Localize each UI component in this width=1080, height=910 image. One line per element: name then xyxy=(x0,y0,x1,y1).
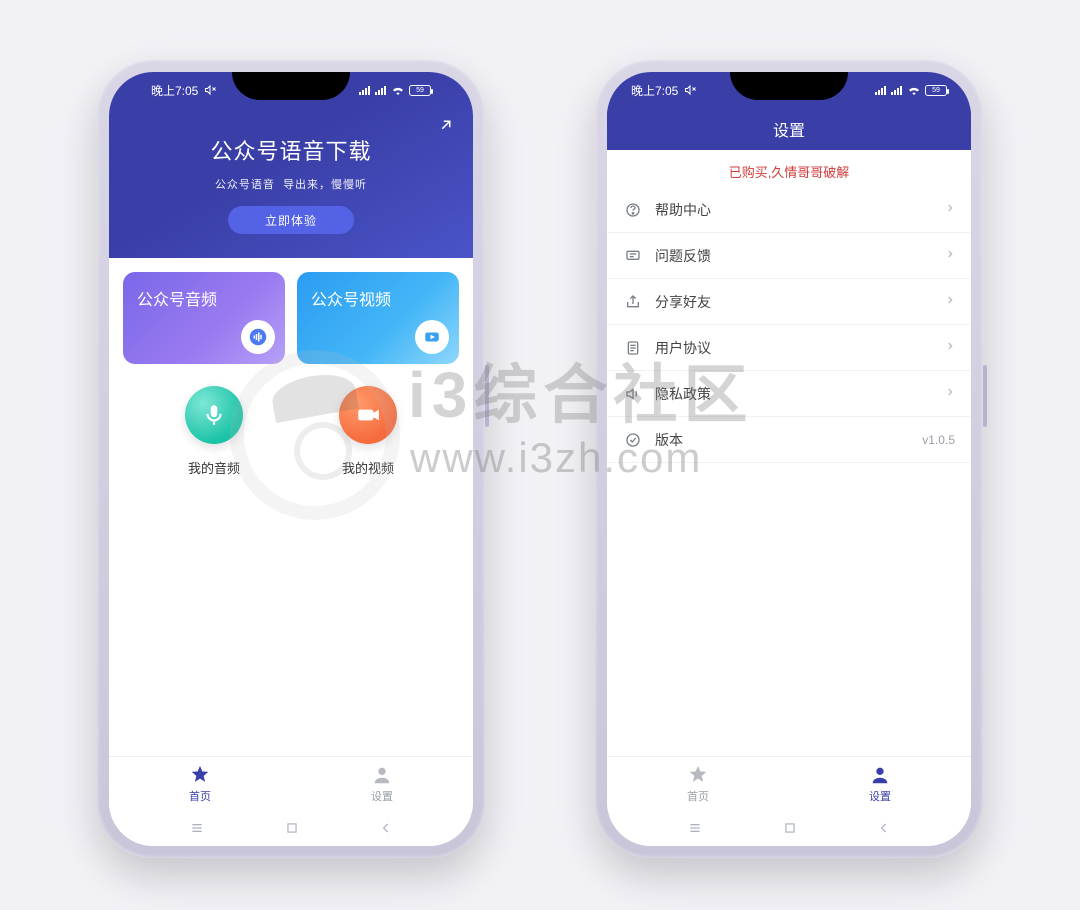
mute-icon xyxy=(204,84,216,96)
my-video-label: 我的视频 xyxy=(342,458,394,477)
hero-subtitle: 公众号语音 导出来，慢慢听 xyxy=(127,176,455,192)
bottom-nav: 首页 设置 xyxy=(607,756,971,810)
wifi-icon xyxy=(391,85,405,95)
person-icon xyxy=(869,764,891,786)
row-version[interactable]: 版本 v1.0.5 xyxy=(607,417,971,463)
wifi-icon xyxy=(907,85,921,95)
purchase-banner: 已购买,久情哥哥破解 xyxy=(607,150,971,187)
screen-home: 晚上7:05 59 公众号语音下载 公众号语音 导出来，慢慢听 xyxy=(109,72,473,846)
signal-icon xyxy=(891,85,903,95)
signal-icon xyxy=(875,85,887,95)
video-play-icon xyxy=(415,320,449,354)
my-video-button[interactable]: 我的视频 xyxy=(339,386,397,477)
feedback-icon xyxy=(623,248,643,264)
status-time: 晚上7:05 xyxy=(151,82,198,99)
chevron-right-icon xyxy=(945,201,955,218)
battery-icon: 59 xyxy=(925,85,947,96)
nav-home[interactable]: 首页 xyxy=(109,757,291,810)
chevron-right-icon xyxy=(945,247,955,264)
card-public-audio[interactable]: 公众号音频 xyxy=(123,272,285,364)
star-icon xyxy=(687,764,709,786)
version-value: v1.0.5 xyxy=(922,433,955,447)
hero-header: 晚上7:05 59 公众号语音下载 公众号语音 导出来，慢慢听 xyxy=(109,72,473,258)
row-agreement[interactable]: 用户协议 xyxy=(607,325,971,371)
mic-icon xyxy=(185,386,243,444)
signal-icon xyxy=(375,85,387,95)
status-bar: 晚上7:05 59 xyxy=(607,72,971,108)
my-audio-label: 我的音频 xyxy=(188,458,240,477)
status-time: 晚上7:05 xyxy=(631,82,678,99)
card-public-video[interactable]: 公众号视频 xyxy=(297,272,459,364)
android-nav-bar xyxy=(607,810,971,846)
android-nav-bar xyxy=(109,810,473,846)
nav-settings[interactable]: 设置 xyxy=(789,757,971,810)
menu-icon[interactable] xyxy=(687,820,703,836)
nav-home[interactable]: 首页 xyxy=(607,757,789,810)
document-icon xyxy=(623,340,643,356)
screen-settings: 晚上7:05 59 设置 已购买,久情哥哥破解 帮助中心 xyxy=(607,72,971,846)
person-icon xyxy=(371,764,393,786)
nav-settings[interactable]: 设置 xyxy=(291,757,473,810)
help-icon xyxy=(623,202,643,218)
camera-icon xyxy=(339,386,397,444)
page-title: 设置 xyxy=(607,108,971,150)
row-help-center[interactable]: 帮助中心 xyxy=(607,187,971,233)
square-icon[interactable] xyxy=(285,821,299,835)
row-share[interactable]: 分享好友 xyxy=(607,279,971,325)
chevron-right-icon xyxy=(945,385,955,402)
mute-icon xyxy=(684,84,696,96)
card-label: 公众号音频 xyxy=(137,292,217,309)
audio-wave-icon xyxy=(241,320,275,354)
menu-icon[interactable] xyxy=(189,820,205,836)
share-icon[interactable] xyxy=(437,116,455,139)
status-bar: 晚上7:05 59 xyxy=(127,72,455,108)
check-circle-icon xyxy=(623,432,643,448)
card-label: 公众号视频 xyxy=(311,292,391,309)
settings-list: 帮助中心 问题反馈 分享好友 用户协议 xyxy=(607,187,971,463)
chevron-right-icon xyxy=(945,339,955,356)
bottom-nav: 首页 设置 xyxy=(109,756,473,810)
chevron-right-icon xyxy=(945,293,955,310)
phone-frame-left: 晚上7:05 59 公众号语音下载 公众号语音 导出来，慢慢听 xyxy=(97,60,485,858)
back-icon[interactable] xyxy=(379,821,393,835)
speaker-icon xyxy=(623,386,643,402)
phone-frame-right: 晚上7:05 59 设置 已购买,久情哥哥破解 帮助中心 xyxy=(595,60,983,858)
share-icon xyxy=(623,294,643,310)
square-icon[interactable] xyxy=(783,821,797,835)
try-now-button[interactable]: 立即体验 xyxy=(228,206,354,234)
hero-title: 公众号语音下载 xyxy=(127,134,455,166)
signal-icon xyxy=(359,85,371,95)
back-icon[interactable] xyxy=(877,821,891,835)
row-feedback[interactable]: 问题反馈 xyxy=(607,233,971,279)
battery-icon: 59 xyxy=(409,85,431,96)
my-audio-button[interactable]: 我的音频 xyxy=(185,386,243,477)
star-icon xyxy=(189,764,211,786)
row-privacy[interactable]: 隐私政策 xyxy=(607,371,971,417)
